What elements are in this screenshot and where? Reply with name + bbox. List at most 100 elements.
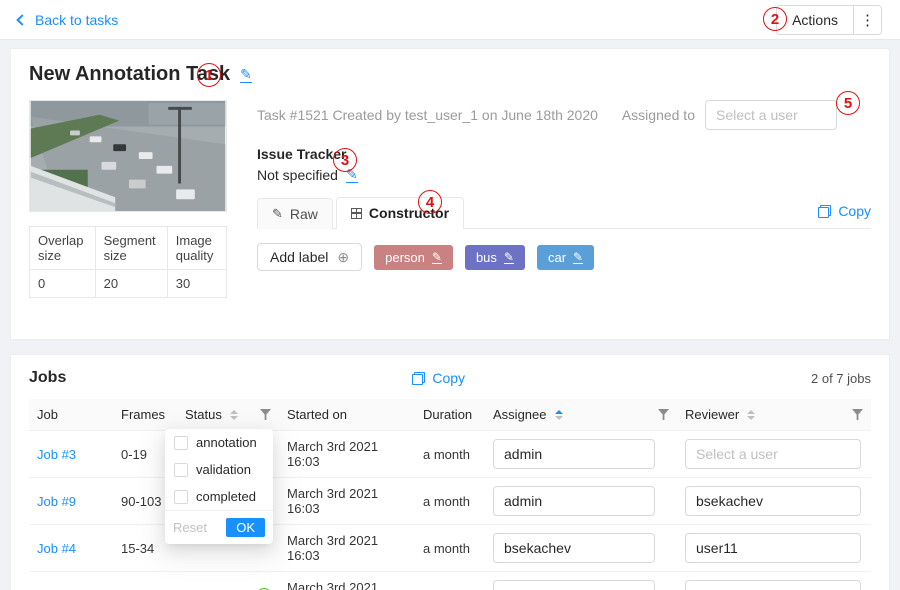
segment-size-value: 20 (95, 270, 167, 298)
task-preview-image (29, 100, 227, 212)
filter-option-label[interactable]: annotation (196, 435, 257, 450)
tab-raw-label: Raw (290, 206, 318, 222)
started-cell: March 3rd 2021 16:03 (279, 478, 415, 525)
col-frames: Frames (113, 399, 177, 431)
image-quality-value: 30 (167, 270, 226, 298)
filter-option-completed[interactable]: completed (165, 483, 273, 510)
col-reviewer-label: Reviewer (685, 407, 739, 422)
labels-constructor-area: Add label ⊕ person ✎ bus ✎ car ✎ (257, 229, 871, 285)
reviewer-input[interactable] (685, 486, 861, 516)
assignee-input[interactable] (493, 533, 655, 563)
started-cell: March 3rd 2021 16:03 (279, 431, 415, 478)
overlap-size-value: 0 (30, 270, 96, 298)
task-params-table: Overlap size Segment size Image quality … (29, 226, 227, 298)
job-row: Job #4 15-34 March 3rd 2021 16:03 a mont… (29, 525, 871, 572)
filter-option-annotation[interactable]: annotation (165, 429, 273, 456)
job-link[interactable]: Job #9 (37, 494, 76, 509)
task-details-card: New Annotation Task ✎ (10, 48, 890, 340)
col-reviewer[interactable]: Reviewer (677, 399, 871, 431)
annotation-circle-4: 4 (418, 190, 442, 214)
actions-button[interactable]: Actions (777, 6, 853, 34)
filter-option-label[interactable]: completed (196, 489, 256, 504)
params-value-row: 0 20 30 (30, 270, 227, 298)
more-actions-button[interactable]: ⋮ (853, 6, 881, 34)
job-link[interactable]: Job #3 (37, 447, 76, 462)
copy-labels-link[interactable]: Copy (818, 203, 871, 228)
assignee-input[interactable] (493, 580, 655, 590)
labels-tabs-bar: ✎ Raw Constructor Copy (257, 197, 871, 229)
copy-jobs-link[interactable]: Copy (412, 370, 465, 386)
params-header-row: Overlap size Segment size Image quality (30, 227, 227, 270)
back-to-tasks-link[interactable]: Back to tasks (18, 12, 118, 28)
copy-icon (412, 372, 425, 385)
tab-raw[interactable]: ✎ Raw (257, 198, 333, 229)
label-chip-car-name: car (548, 250, 566, 265)
reviewer-sorter[interactable] (747, 410, 755, 420)
filter-ok-button[interactable]: OK (226, 518, 265, 537)
status-filter-icon[interactable] (260, 409, 271, 420)
duration-cell: a month (415, 478, 485, 525)
col-job: Job (29, 399, 113, 431)
task-title-row: New Annotation Task ✎ (29, 63, 871, 86)
assigned-to-group: Assigned to (622, 100, 837, 130)
label-chip-car[interactable]: car ✎ (537, 245, 594, 270)
issue-tracker-value: Not specified (257, 167, 338, 183)
add-label-text: Add label (270, 249, 328, 265)
reviewer-filter-icon[interactable] (852, 409, 863, 420)
copy-labels-label: Copy (838, 203, 871, 219)
filter-option-validation[interactable]: validation (165, 456, 273, 483)
jobs-title: Jobs (29, 369, 66, 387)
edit-label-icon[interactable]: ✎ (504, 251, 514, 264)
checkbox-icon[interactable] (174, 463, 188, 477)
col-started: Started on (279, 399, 415, 431)
task-left-column: Overlap size Segment size Image quality … (29, 100, 229, 298)
filter-dropdown-footer: Reset OK (165, 510, 273, 544)
started-cell: March 3rd 2021 16:03 (279, 525, 415, 572)
duration-cell: a month (415, 572, 485, 590)
label-chip-person[interactable]: person ✎ (374, 245, 453, 270)
reviewer-input[interactable] (685, 533, 861, 563)
col-assignee[interactable]: Assignee (485, 399, 677, 431)
job-link[interactable]: Job #4 (37, 541, 76, 556)
assignee-input[interactable] (493, 439, 655, 469)
jobs-table: Job Frames Status Started on Duration As (29, 399, 871, 590)
label-chip-bus-name: bus (476, 250, 497, 265)
filter-option-label[interactable]: validation (196, 462, 251, 477)
overlap-size-header: Overlap size (30, 227, 96, 270)
kebab-icon: ⋮ (860, 11, 875, 29)
jobs-table-header-row: Job Frames Status Started on Duration As (29, 399, 871, 431)
reviewer-input[interactable] (685, 580, 861, 590)
tab-constructor[interactable]: Constructor (336, 197, 464, 229)
checkbox-icon[interactable] (174, 436, 188, 450)
edit-title-icon[interactable]: ✎ (240, 67, 252, 83)
col-status[interactable]: Status (177, 399, 279, 431)
assignee-sorter[interactable] (555, 410, 563, 420)
chevron-left-icon (16, 14, 27, 25)
jobs-header: Jobs Copy 2 of 7 jobs (29, 369, 871, 387)
reviewer-input[interactable] (685, 439, 861, 469)
task-meta-text: Task #1521 Created by test_user_1 on Jun… (257, 107, 598, 123)
pencil-icon: ✎ (272, 206, 283, 222)
edit-label-icon[interactable]: ✎ (573, 251, 583, 264)
copy-jobs-label: Copy (432, 370, 465, 386)
col-assignee-label: Assignee (493, 407, 546, 422)
actions-button-group: Actions ⋮ (776, 5, 882, 35)
status-sorter[interactable] (230, 410, 238, 420)
duration-cell: a month (415, 431, 485, 478)
assignee-filter-icon[interactable] (658, 409, 669, 420)
annotation-circle-2: 2 (763, 7, 787, 31)
started-cell: March 3rd 2021 16:03 (279, 572, 415, 590)
checkbox-icon[interactable] (174, 490, 188, 504)
task-meta-row: Task #1521 Created by test_user_1 on Jun… (257, 100, 871, 130)
assignee-input[interactable] (493, 486, 655, 516)
annotation-circle-1: 1 (197, 63, 221, 87)
filter-reset-button[interactable]: Reset (173, 520, 207, 535)
edit-label-icon[interactable]: ✎ (432, 251, 442, 264)
label-chip-bus[interactable]: bus ✎ (465, 245, 525, 270)
plus-circle-icon: ⊕ (337, 250, 349, 264)
add-label-button[interactable]: Add label ⊕ (257, 243, 362, 271)
job-row: Job #3 0-19 March 3rd 2021 16:03 a month (29, 431, 871, 478)
task-body: Overlap size Segment size Image quality … (29, 100, 871, 298)
assigned-to-input[interactable] (705, 100, 837, 130)
col-duration: Duration (415, 399, 485, 431)
